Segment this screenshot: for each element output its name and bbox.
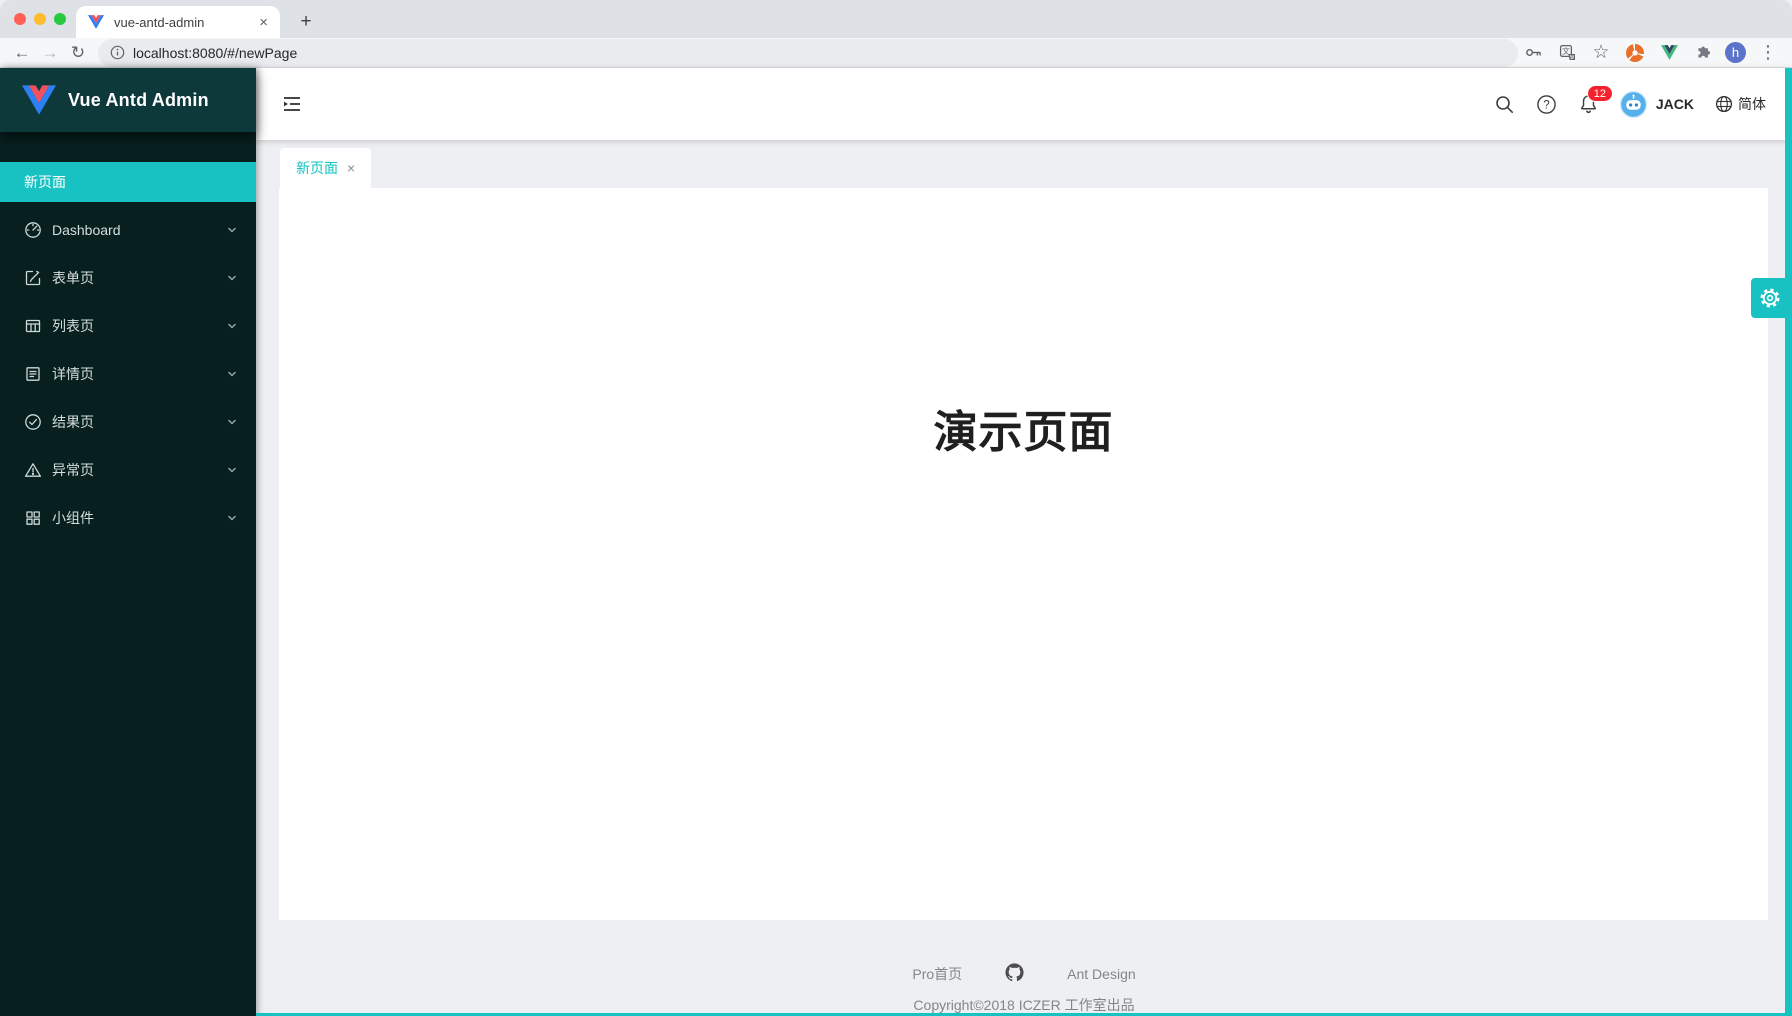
bookmark-star-icon[interactable]: ☆: [1589, 41, 1613, 65]
header-actions: ? 12: [1494, 91, 1766, 118]
browser-chrome: vue-antd-admin × + ← → ↻ localhost:8080/…: [0, 0, 1792, 68]
app-header: ? 12: [256, 68, 1792, 140]
widgets-icon: [24, 509, 42, 527]
table-icon: [24, 317, 42, 335]
github-icon[interactable]: [1004, 962, 1025, 986]
sidebar-item-dashboard[interactable]: Dashboard: [0, 206, 256, 254]
sidebar-item-label: 新页面: [24, 172, 66, 192]
svg-text:?: ?: [1543, 99, 1549, 111]
footer-links: Pro首页 Ant Design: [256, 920, 1792, 986]
translate-icon[interactable]: 文 A: [1555, 41, 1579, 65]
notification-badge: 12: [1587, 85, 1613, 102]
password-key-icon[interactable]: [1521, 41, 1545, 65]
minimize-window-button[interactable]: [34, 13, 46, 25]
page-tab-label: 新页面: [296, 158, 338, 178]
reload-icon[interactable]: ↻: [64, 39, 92, 67]
chevron-down-icon: [226, 368, 238, 380]
language-label: 简体: [1738, 94, 1766, 114]
chevron-down-icon: [226, 464, 238, 476]
sidebar-item-label: 结果页: [52, 412, 94, 432]
avatar: [1620, 91, 1647, 118]
footer-link-pro-home[interactable]: Pro首页: [912, 964, 962, 984]
sidebar-item-label: 小组件: [52, 508, 94, 528]
new-tab-button[interactable]: +: [292, 8, 320, 36]
profile-icon: [24, 365, 42, 383]
help-icon[interactable]: ?: [1536, 94, 1557, 115]
page-tab-active[interactable]: 新页面 ×: [280, 148, 371, 188]
toolbar-actions: 文 A ☆ h ⋮: [1521, 41, 1784, 65]
sidebar-item-exceptions[interactable]: 异常页: [0, 446, 256, 494]
zoom-window-button[interactable]: [54, 13, 66, 25]
vue-devtools-icon[interactable]: [1657, 41, 1681, 65]
language-switcher[interactable]: 简体: [1715, 94, 1766, 114]
chevron-down-icon: [226, 272, 238, 284]
sidebar-item-widgets[interactable]: 小组件: [0, 494, 256, 542]
svg-text:A: A: [1569, 55, 1573, 61]
sidebar-item-new-page[interactable]: 新页面: [0, 162, 256, 202]
forward-icon[interactable]: →: [36, 39, 64, 67]
browser-toolbar: ← → ↻ localhost:8080/#/newPage: [0, 38, 1792, 68]
extensions-puzzle-icon[interactable]: [1691, 41, 1715, 65]
chevron-down-icon: [226, 320, 238, 332]
app-frame: Vue Antd Admin 新页面 Dashboard: [0, 68, 1792, 1016]
extension-orange-icon[interactable]: [1623, 41, 1647, 65]
vertical-scrollbar[interactable]: [1785, 68, 1792, 1016]
browser-menu-dots-icon[interactable]: ⋮: [1756, 41, 1780, 65]
warning-icon: [24, 461, 42, 479]
page-title: 演示页面: [279, 188, 1768, 460]
sidebar-item-forms[interactable]: 表单页: [0, 254, 256, 302]
sidebar-item-label: 异常页: [52, 460, 94, 480]
app-title: Vue Antd Admin: [68, 90, 209, 111]
dashboard-icon: [24, 221, 42, 239]
search-icon[interactable]: [1494, 94, 1515, 115]
chevron-down-icon: [226, 224, 238, 236]
sidebar-item-label: 表单页: [52, 268, 94, 288]
sidebar-item-label: 列表页: [52, 316, 94, 336]
tab-close-icon[interactable]: ×: [259, 15, 268, 30]
footer-link-ant-design[interactable]: Ant Design: [1067, 966, 1135, 982]
chevron-down-icon: [226, 416, 238, 428]
window-controls[interactable]: [14, 13, 66, 25]
sidebar-item-lists[interactable]: 列表页: [0, 302, 256, 350]
url-text[interactable]: localhost:8080/#/newPage: [133, 45, 297, 61]
app-footer: Pro首页 Ant Design Copyright©2018 ICZER 工作…: [256, 920, 1792, 1015]
sidebar: Vue Antd Admin 新页面 Dashboard: [0, 68, 256, 1016]
page-info-icon[interactable]: [110, 45, 125, 60]
browser-profile-avatar[interactable]: h: [1725, 42, 1746, 63]
main-area: ? 12: [256, 68, 1792, 1016]
globe-icon: [1715, 95, 1733, 113]
sidebar-item-details[interactable]: 详情页: [0, 350, 256, 398]
check-circle-icon: [24, 413, 42, 431]
address-bar[interactable]: localhost:8080/#/newPage: [98, 39, 1518, 67]
browser-tabstrip: vue-antd-admin × +: [0, 0, 1792, 38]
chevron-down-icon: [226, 512, 238, 524]
browser-tab-title: vue-antd-admin: [114, 15, 249, 30]
gear-icon: [1758, 286, 1782, 310]
form-icon: [24, 269, 42, 287]
sidebar-menu: Dashboard 表单页: [0, 206, 256, 542]
vue-logo-icon: [22, 85, 56, 115]
sidebar-item-label: Dashboard: [52, 222, 121, 238]
username: JACK: [1656, 96, 1694, 112]
notifications-bell[interactable]: 12: [1578, 93, 1599, 115]
page-content: 演示页面: [279, 188, 1768, 920]
menu-fold-icon[interactable]: [280, 92, 304, 116]
tab-close-icon[interactable]: ×: [347, 161, 355, 175]
close-window-button[interactable]: [14, 13, 26, 25]
back-icon[interactable]: ←: [8, 39, 36, 67]
vue-favicon-icon: [88, 15, 104, 29]
copyright: Copyright©2018 ICZER 工作室出品: [256, 995, 1792, 1015]
sidebar-logo[interactable]: Vue Antd Admin: [0, 68, 256, 132]
settings-drawer-button[interactable]: [1751, 278, 1789, 318]
sidebar-item-label: 详情页: [52, 364, 94, 384]
sidebar-item-results[interactable]: 结果页: [0, 398, 256, 446]
user-menu[interactable]: JACK: [1620, 91, 1694, 118]
browser-tab[interactable]: vue-antd-admin ×: [76, 6, 280, 38]
